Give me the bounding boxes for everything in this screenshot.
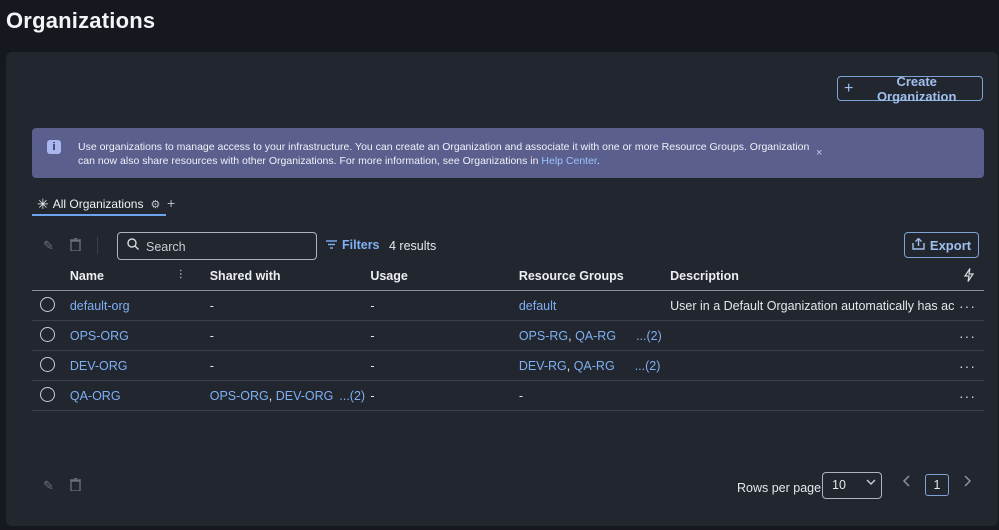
table-row: default-org - - default User in a Defaul…: [32, 290, 984, 321]
tab-all-organizations[interactable]: ✳ All Organizations ⚙: [32, 194, 166, 216]
resource-groups-more-link[interactable]: ...(2): [635, 359, 661, 373]
table-row: OPS-ORG - - OPS-RG, QA-RG ...(2) ···: [32, 320, 984, 351]
row-actions-icon[interactable]: ···: [954, 320, 984, 351]
resource-groups-cell: -: [518, 380, 671, 411]
create-organization-label: Create Organization: [876, 73, 957, 104]
row-select-radio[interactable]: [40, 296, 55, 312]
resource-group-link[interactable]: DEV-RG: [519, 359, 567, 373]
export-icon: [912, 237, 925, 253]
toolbar-divider: [97, 237, 98, 254]
organizations-panel: + Create Organization i Use organization…: [6, 52, 998, 526]
filters-label: Filters: [342, 238, 380, 252]
select-column-header: [32, 262, 70, 291]
column-header-name[interactable]: Name ⋮: [69, 262, 210, 291]
org-name-link[interactable]: QA-ORG: [70, 389, 121, 403]
pencil-icon[interactable]: ✎: [43, 478, 54, 494]
column-header-usage[interactable]: Usage: [370, 262, 519, 291]
description-cell: [670, 320, 955, 351]
org-name-link[interactable]: DEV-ORG: [70, 359, 128, 373]
gear-icon[interactable]: ⚙: [150, 198, 160, 211]
table-header-row: Name ⋮ Shared with Usage Resource Groups …: [32, 262, 984, 291]
export-label: Export: [929, 237, 972, 253]
search-input[interactable]: [144, 236, 313, 258]
resource-groups-more-link[interactable]: ...(2): [636, 329, 662, 343]
add-tab-button[interactable]: +: [167, 195, 175, 211]
row-select-radio[interactable]: [40, 356, 55, 372]
resource-group-link[interactable]: default: [519, 299, 557, 313]
tab-all-organizations-label: All Organizations: [52, 197, 144, 211]
shared-org-link[interactable]: DEV-ORG: [276, 389, 334, 403]
page-title: Organizations: [6, 8, 156, 33]
shared-with-cell: -: [209, 320, 371, 351]
column-header-name-label: Name: [69, 269, 104, 283]
column-header-resource-groups[interactable]: Resource Groups: [518, 262, 671, 291]
description-cell: User in a Default Organization automatic…: [670, 290, 955, 321]
usage-cell: -: [370, 380, 519, 411]
info-banner-text: Use organizations to manage access to yo…: [78, 141, 810, 167]
plus-icon: +: [844, 79, 854, 97]
rows-per-page-label: Rows per page: [737, 481, 822, 495]
usage-cell: -: [370, 320, 519, 351]
table-row: QA-ORG OPS-ORG, DEV-ORG ...(2) - - ···: [32, 380, 984, 411]
trash-icon[interactable]: [70, 237, 81, 254]
lightning-icon[interactable]: [954, 262, 984, 291]
search-box[interactable]: [117, 232, 317, 260]
search-icon: [127, 238, 139, 253]
export-button[interactable]: Export: [904, 232, 979, 258]
row-actions-icon[interactable]: ···: [954, 350, 984, 381]
shared-with-more-link[interactable]: ...(2): [339, 389, 365, 403]
rows-per-page-value: 10: [832, 478, 846, 492]
shared-with-cell: -: [209, 290, 371, 321]
info-banner: i Use organizations to manage access to …: [32, 128, 984, 178]
results-count: 4 results: [389, 239, 437, 253]
description-cell: [670, 380, 955, 411]
table-footer: ✎ Rows per page 10 1: [32, 472, 984, 502]
org-name-link[interactable]: OPS-ORG: [70, 329, 129, 343]
info-banner-suffix: .: [596, 155, 600, 167]
asterisk-icon: ✳: [37, 195, 49, 212]
organizations-table: Name ⋮ Shared with Usage Resource Groups …: [32, 262, 984, 411]
close-icon[interactable]: ×: [816, 147, 822, 159]
info-icon: i: [47, 140, 61, 154]
chevron-left-icon[interactable]: [902, 474, 912, 493]
shared-org-link[interactable]: OPS-ORG: [210, 389, 269, 403]
description-cell: [670, 350, 955, 381]
column-header-shared-with[interactable]: Shared with: [209, 262, 371, 291]
row-actions-icon[interactable]: ···: [954, 290, 984, 321]
usage-cell: -: [370, 290, 519, 321]
current-page-button[interactable]: 1: [925, 474, 949, 496]
resource-group-link[interactable]: OPS-RG: [519, 329, 568, 343]
filters-button[interactable]: Filters: [326, 238, 380, 252]
create-organization-button[interactable]: + Create Organization: [837, 73, 983, 104]
resource-group-link[interactable]: QA-RG: [575, 329, 616, 343]
row-select-radio[interactable]: [40, 326, 55, 342]
info-banner-message: Use organizations to manage access to yo…: [78, 140, 818, 168]
org-name-link[interactable]: default-org: [70, 299, 130, 313]
sort-icon[interactable]: ⋮: [176, 269, 186, 280]
filter-icon: [326, 238, 337, 252]
chevron-right-icon[interactable]: [962, 474, 972, 493]
resource-group-link[interactable]: QA-RG: [574, 359, 615, 373]
pencil-icon[interactable]: ✎: [43, 238, 54, 254]
chevron-down-icon: [865, 476, 877, 491]
rows-per-page-select[interactable]: 10: [822, 472, 882, 499]
trash-icon[interactable]: [70, 477, 81, 494]
row-select-radio[interactable]: [40, 386, 55, 402]
column-header-description[interactable]: Description: [670, 262, 955, 291]
usage-cell: -: [370, 350, 519, 381]
row-actions-icon[interactable]: ···: [954, 380, 984, 411]
help-center-link[interactable]: Help Center: [541, 155, 596, 167]
table-row: DEV-ORG - - DEV-RG, QA-RG ...(2) ···: [32, 350, 984, 381]
shared-with-cell: -: [209, 350, 371, 381]
